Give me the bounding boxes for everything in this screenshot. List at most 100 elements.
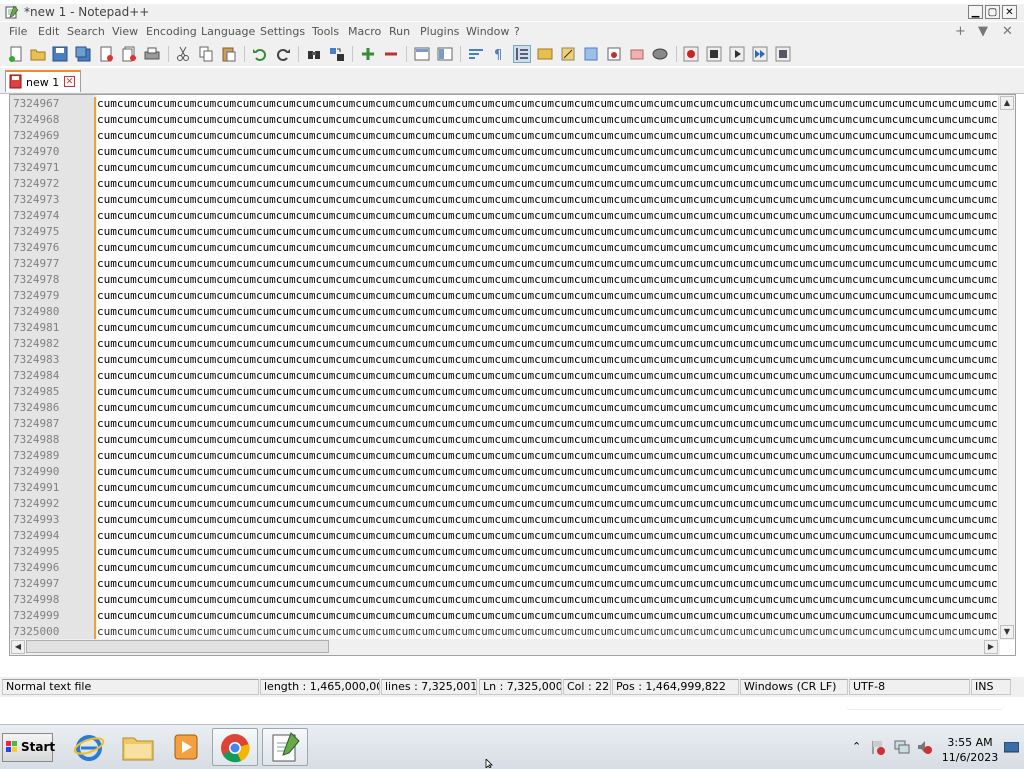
close-all-icon[interactable] [121,46,137,62]
network-icon[interactable] [894,739,910,755]
close-window-button[interactable]: ✕ [1002,5,1017,19]
menu-window[interactable]: Window [466,25,509,38]
save-all-icon[interactable] [75,46,91,62]
line-text[interactable]: cumcumcumcumcumcumcumcumcumcumcumcumcumc… [97,144,1002,160]
monitoring-icon[interactable] [629,46,645,62]
line-text[interactable]: cumcumcumcumcumcumcumcumcumcumcumcumcumc… [97,112,1002,128]
line-text[interactable]: cumcumcumcumcumcumcumcumcumcumcumcumcumc… [97,224,1002,240]
menu-run[interactable]: Run [389,25,410,38]
line-text[interactable]: cumcumcumcumcumcumcumcumcumcumcumcumcumc… [97,368,1002,384]
replace-icon[interactable] [329,46,345,62]
line-text[interactable]: cumcumcumcumcumcumcumcumcumcumcumcumcumc… [97,240,1002,256]
line-text[interactable]: cumcumcumcumcumcumcumcumcumcumcumcumcumc… [97,160,1002,176]
line-text[interactable]: cumcumcumcumcumcumcumcumcumcumcumcumcumc… [97,256,1002,272]
taskbar-media-player[interactable] [162,728,208,766]
line-text[interactable]: cumcumcumcumcumcumcumcumcumcumcumcumcumc… [97,384,1002,400]
new-tab-icon[interactable]: + [955,24,966,39]
line-text[interactable]: cumcumcumcumcumcumcumcumcumcumcumcumcumc… [97,176,1002,192]
line-text[interactable]: cumcumcumcumcumcumcumcumcumcumcumcumcumc… [97,272,1002,288]
user-defined-language-icon[interactable] [537,46,553,62]
function-list-icon[interactable] [583,46,599,62]
taskbar-file-explorer[interactable] [114,728,160,766]
taskbar-internet-explorer[interactable] [66,728,112,766]
print-icon[interactable] [144,46,160,62]
line-text[interactable]: cumcumcumcumcumcumcumcumcumcumcumcumcumc… [97,624,1002,640]
zoom-in-icon[interactable] [360,46,376,62]
find-icon[interactable] [306,46,322,62]
title-bar[interactable]: *new 1 - Notepad++ ▁ ▢ ✕ [0,4,1024,21]
line-text[interactable]: cumcumcumcumcumcumcumcumcumcumcumcumcumc… [97,512,1002,528]
line-text[interactable]: cumcumcumcumcumcumcumcumcumcumcumcumcumc… [97,544,1002,560]
volume-muted-icon[interactable] [916,739,932,755]
word-wrap-icon[interactable] [468,46,484,62]
line-text[interactable]: cumcumcumcumcumcumcumcumcumcumcumcumcumc… [97,608,1002,624]
line-text[interactable]: cumcumcumcumcumcumcumcumcumcumcumcumcumc… [97,464,1002,480]
menu-file[interactable]: File [9,25,27,38]
line-text[interactable]: cumcumcumcumcumcumcumcumcumcumcumcumcumc… [97,352,1002,368]
scroll-left-arrow-icon[interactable]: ◀ [11,640,25,654]
tab-new-1[interactable]: new 1 ✕ [5,70,81,92]
scroll-up-arrow-icon[interactable]: ▲ [1000,96,1014,110]
cut-icon[interactable] [175,46,191,62]
play-macro-icon[interactable] [729,46,745,62]
horizontal-scrollbar[interactable]: ◀ ▶ [10,639,1000,655]
menu-tools[interactable]: Tools [312,25,339,38]
record-macro-icon[interactable] [683,46,699,62]
close-file-icon[interactable] [98,46,114,62]
line-text[interactable]: cumcumcumcumcumcumcumcumcumcumcumcumcumc… [97,400,1002,416]
line-text[interactable]: cumcumcumcumcumcumcumcumcumcumcumcumcumc… [97,432,1002,448]
new-file-icon[interactable] [8,46,24,62]
action-center-warning-icon[interactable] [870,739,886,755]
show-all-characters-icon[interactable]: ¶ [491,46,507,62]
clock[interactable]: 3:55 AM 11/6/2023 [940,735,1000,765]
show-hidden-icons-icon[interactable]: ⌃ [852,740,861,753]
menu-encoding[interactable]: Encoding [146,25,197,38]
show-desktop-icon[interactable] [1004,742,1019,754]
line-text[interactable]: cumcumcumcumcumcumcumcumcumcumcumcumcumc… [97,304,1002,320]
menu-help[interactable]: ? [514,25,520,38]
line-text[interactable]: cumcumcumcumcumcumcumcumcumcumcumcumcumc… [97,576,1002,592]
sync-horizontal-icon[interactable] [437,46,453,62]
taskbar-notepadpp[interactable] [262,728,308,766]
status-encoding[interactable]: UTF-8 [849,679,970,695]
vertical-scrollbar[interactable]: ▲ ▼ [998,95,1015,640]
line-text[interactable]: cumcumcumcumcumcumcumcumcumcumcumcumcumc… [97,336,1002,352]
line-text[interactable]: cumcumcumcumcumcumcumcumcumcumcumcumcumc… [97,192,1002,208]
line-text[interactable]: cumcumcumcumcumcumcumcumcumcumcumcumcumc… [97,528,1002,544]
line-text[interactable]: cumcumcumcumcumcumcumcumcumcumcumcumcumc… [97,496,1002,512]
start-button[interactable]: Start [2,733,55,762]
close-document-icon[interactable]: ✕ [1002,24,1013,39]
tab-list-icon[interactable]: ▼ [978,24,988,39]
menu-search[interactable]: Search [67,25,105,38]
line-text[interactable]: cumcumcumcumcumcumcumcumcumcumcumcumcumc… [97,320,1002,336]
line-text[interactable]: cumcumcumcumcumcumcumcumcumcumcumcumcumc… [97,560,1002,576]
line-text[interactable]: cumcumcumcumcumcumcumcumcumcumcumcumcumc… [97,480,1002,496]
menu-macro[interactable]: Macro [348,25,381,38]
line-text[interactable]: cumcumcumcumcumcumcumcumcumcumcumcumcumc… [97,416,1002,432]
status-eol[interactable]: Windows (CR LF) [740,679,848,695]
scroll-right-arrow-icon[interactable]: ▶ [984,640,998,654]
line-text[interactable]: cumcumcumcumcumcumcumcumcumcumcumcumcumc… [97,128,1002,144]
zoom-out-icon[interactable] [383,46,399,62]
menu-plugins[interactable]: Plugins [420,25,459,38]
run-macro-multiple-icon[interactable] [752,46,768,62]
save-icon[interactable] [52,46,68,62]
minimize-button[interactable]: ▁ [968,5,983,19]
line-text[interactable]: cumcumcumcumcumcumcumcumcumcumcumcumcumc… [97,592,1002,608]
editor-area[interactable]: 7324967 cumcumcumcumcumcumcumcumcumcumcum… [9,94,1016,656]
line-text[interactable]: cumcumcumcumcumcumcumcumcumcumcumcumcumc… [97,448,1002,464]
line-text[interactable]: cumcumcumcumcumcumcumcumcumcumcumcumcumc… [97,208,1002,224]
taskbar-chrome[interactable] [212,728,258,766]
stop-macro-icon[interactable] [706,46,722,62]
scroll-down-arrow-icon[interactable]: ▼ [1000,625,1014,639]
folder-as-workspace-icon[interactable] [606,46,622,62]
open-file-icon[interactable] [30,46,46,62]
save-macro-icon[interactable] [775,46,791,62]
line-text[interactable]: cumcumcumcumcumcumcumcumcumcumcumcumcumc… [97,288,1002,304]
undo-icon[interactable] [252,46,268,62]
horizontal-scroll-thumb[interactable] [26,640,329,653]
paste-icon[interactable] [221,46,237,62]
document-map-icon[interactable] [560,46,576,62]
menu-view[interactable]: View [112,25,138,38]
sync-vertical-icon[interactable] [414,46,430,62]
